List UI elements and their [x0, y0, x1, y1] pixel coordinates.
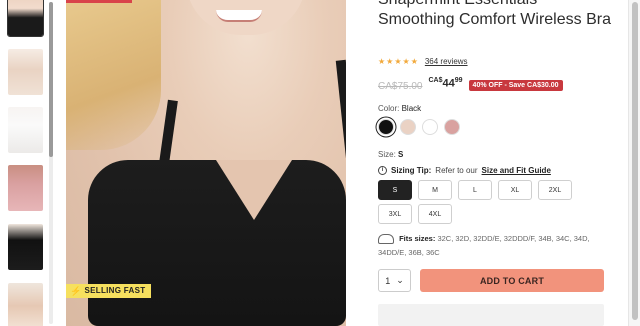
size-button-l[interactable]: L: [458, 180, 492, 200]
color-swatch-white[interactable]: [422, 119, 438, 135]
price-whole: 44: [442, 77, 455, 90]
color-swatch-pink[interactable]: [444, 119, 460, 135]
size-button-2xl[interactable]: 2XL: [538, 180, 572, 200]
discount-badge: 40% OFF - Save CA$30.00: [468, 80, 563, 91]
thumbnail-pink[interactable]: [8, 165, 43, 211]
below-cart-section: [378, 304, 604, 326]
rating: ★★★★★ 364 reviews: [378, 57, 468, 66]
quantity-value: 1: [385, 275, 391, 286]
star-rating-icon: ★★★★★: [378, 57, 419, 66]
thumbnail-white[interactable]: [8, 107, 43, 153]
original-price: CA$75.00: [378, 81, 423, 92]
image-strap-right: [335, 59, 346, 181]
price-currency: CA$: [428, 77, 443, 84]
product-title: Shapermint Essentials Smoothing Comfort …: [378, 0, 611, 28]
add-to-cart-button[interactable]: ADD TO CART: [420, 269, 604, 292]
size-label-text: Size:: [378, 150, 396, 159]
reviews-link[interactable]: 364 reviews: [425, 57, 468, 66]
selling-fast-badge: ⚡ SELLING FAST: [66, 284, 152, 298]
sizing-tip: i Sizing Tip: Refer to our Size and Fit …: [378, 166, 551, 175]
size-options: S M L XL 2XL 3XL 4XL: [378, 180, 578, 224]
color-swatch-black[interactable]: [378, 119, 394, 135]
lightning-icon: ⚡: [70, 286, 82, 296]
fits-label: Fits sizes:: [399, 234, 436, 243]
page-scrollbar[interactable]: [628, 0, 640, 326]
main-product-image[interactable]: [66, 0, 346, 326]
size-button-4xl[interactable]: 4XL: [418, 204, 452, 224]
size-label: Size: S: [378, 150, 403, 159]
thumbnail-scrollbar[interactable]: [49, 2, 53, 324]
page-scroll-thumb[interactable]: [632, 2, 638, 320]
selling-fast-label: SELLING FAST: [84, 286, 146, 295]
color-swatch-beige[interactable]: [400, 119, 416, 135]
size-button-s[interactable]: S: [378, 180, 412, 200]
bra-icon: [378, 234, 394, 245]
thumbnail-beige[interactable]: [8, 49, 43, 95]
product-details: Shapermint Essentials Smoothing Comfort …: [378, 0, 640, 326]
image-neckline: [216, 160, 292, 220]
fits-sizes: Fits sizes: 32C, 32D, 32DD/E, 32DDD/F, 3…: [378, 232, 618, 260]
color-swatches: [378, 119, 460, 135]
image-smile: [216, 10, 262, 22]
price-row: CA$75.00 CA$4499 40% OFF - Save CA$30.00: [378, 77, 563, 92]
selected-color: Black: [401, 104, 422, 113]
thumbnail-black-back[interactable]: [8, 224, 43, 270]
size-button-3xl[interactable]: 3XL: [378, 204, 412, 224]
chevron-down-icon: ⌄: [396, 275, 404, 285]
size-button-m[interactable]: M: [418, 180, 452, 200]
info-icon: i: [378, 166, 387, 175]
sizing-tip-text: Refer to our: [435, 166, 478, 175]
thumbnail-black-front[interactable]: [7, 0, 44, 37]
quantity-select[interactable]: 1 ⌄: [378, 269, 411, 292]
size-guide-link[interactable]: Size and Fit Guide: [482, 166, 551, 175]
sizing-tip-label: Sizing Tip:: [391, 166, 432, 175]
sale-price: CA$4499: [428, 77, 462, 90]
color-label-text: Color:: [378, 104, 400, 113]
price-cents: 99: [454, 77, 463, 84]
color-label: Color: Black: [378, 104, 421, 113]
thumbnail-nude[interactable]: [8, 283, 43, 326]
thumbnail-gallery: [0, 0, 56, 326]
image-hair: [66, 0, 161, 150]
selected-size: S: [398, 150, 404, 159]
promo-strip: [66, 0, 132, 3]
size-button-xl[interactable]: XL: [498, 180, 532, 200]
thumbnail-scroll-thumb[interactable]: [49, 2, 53, 157]
